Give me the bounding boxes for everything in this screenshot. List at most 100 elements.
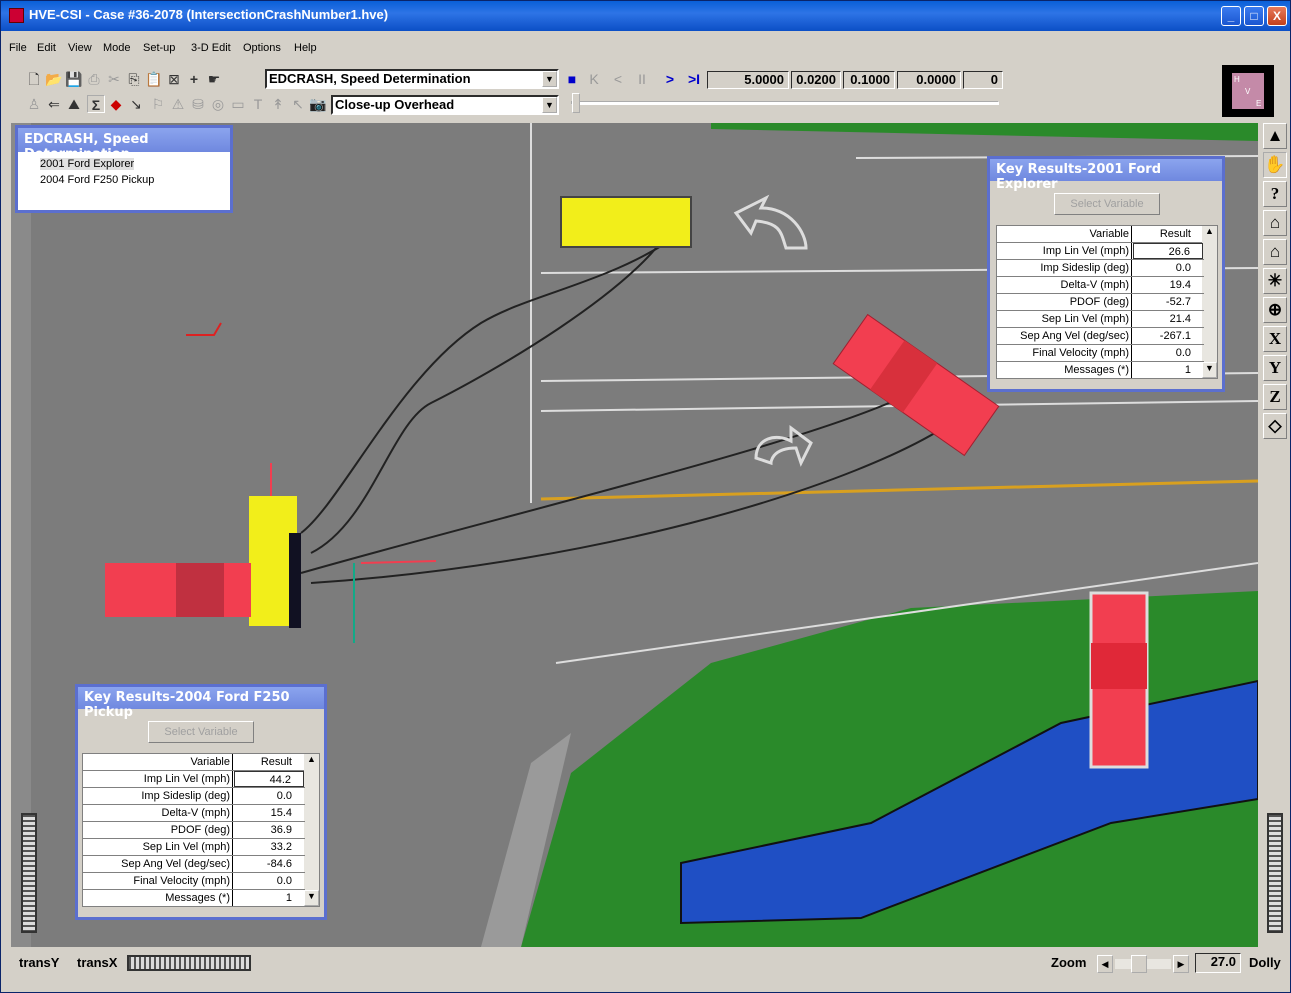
menu-setup[interactable]: Set-up: [143, 42, 175, 54]
zoom-thumb[interactable]: [1131, 955, 1147, 973]
table-row[interactable]: Sep Lin Vel (mph) 33.2: [83, 839, 305, 856]
perspective-icon[interactable]: ◇: [1263, 413, 1287, 439]
person-icon[interactable]: ♙: [25, 95, 43, 113]
table-row[interactable]: PDOF (deg) -52.7: [997, 294, 1204, 311]
select-variable-button[interactable]: Select Variable: [1054, 193, 1160, 215]
z-axis-icon[interactable]: Z: [1263, 384, 1287, 410]
table-row[interactable]: Delta-V (mph) 15.4: [83, 805, 305, 822]
home-icon[interactable]: ⌂: [1263, 210, 1287, 236]
table-row[interactable]: Messages (*) 1: [997, 362, 1204, 379]
x-axis-icon[interactable]: X: [1263, 326, 1287, 352]
timeline-thumb[interactable]: [572, 93, 580, 113]
left-thumbwheel[interactable]: [21, 813, 37, 933]
right-thumbwheel[interactable]: [1267, 813, 1283, 933]
copy-icon[interactable]: ⎘: [125, 70, 143, 88]
pan-hand-icon[interactable]: ✋: [1263, 152, 1287, 178]
select-arrow-icon[interactable]: ▲: [1263, 123, 1287, 149]
camera-icon[interactable]: 📷: [309, 95, 327, 113]
explode-icon[interactable]: ✳: [1263, 268, 1287, 294]
table-row[interactable]: Final Velocity (mph) 0.0: [997, 345, 1204, 362]
menu-help[interactable]: Help: [294, 42, 317, 54]
cursor-icon[interactable]: ↖: [289, 95, 307, 113]
new-file-icon[interactable]: 🗋: [25, 70, 43, 88]
target-icon[interactable]: ◎: [209, 95, 227, 113]
table-row[interactable]: Imp Sideslip (deg) 0.0: [997, 260, 1204, 277]
pointer-hand-icon[interactable]: ☛: [205, 70, 223, 88]
time-end-field[interactable]: 5.0000: [707, 71, 789, 89]
pickup-table-scrollbar[interactable]: ▲ ▼: [304, 754, 319, 906]
result-cell: 0.0: [1175, 347, 1191, 359]
text-icon[interactable]: T: [249, 95, 267, 113]
transX-thumbwheel[interactable]: [127, 955, 251, 971]
vehicle-icon[interactable]: ⇐: [45, 95, 63, 113]
zoom-value-field[interactable]: 27.0: [1195, 953, 1241, 973]
table-row[interactable]: PDOF (deg) 36.9: [83, 822, 305, 839]
event-select[interactable]: EDCRASH, Speed Determination ▼: [265, 69, 559, 89]
zoom-track[interactable]: [1115, 955, 1171, 973]
pin-icon[interactable]: ↟: [269, 95, 287, 113]
menu-mode[interactable]: Mode: [103, 42, 131, 54]
table-row[interactable]: Final Velocity (mph) 0.0: [83, 873, 305, 890]
table-row[interactable]: Messages (*) 1: [83, 890, 305, 907]
scroll-down-icon[interactable]: ▼: [304, 890, 319, 906]
menu-3d-edit[interactable]: 3-D Edit: [191, 42, 231, 54]
print-icon[interactable]: ⎙: [85, 70, 103, 88]
zoom-increase-button[interactable]: ▶: [1173, 955, 1189, 973]
frame-field[interactable]: 0: [963, 71, 1003, 89]
table-row[interactable]: Imp Lin Vel (mph) 44.2: [83, 771, 305, 788]
go-end-button[interactable]: >I: [685, 70, 703, 88]
chevron-down-icon[interactable]: ▼: [542, 97, 557, 113]
tree-item-pickup[interactable]: 2004 Ford F250 Pickup: [40, 174, 154, 186]
zoom-decrease-button[interactable]: ◀: [1097, 955, 1113, 973]
center-icon[interactable]: ⊕: [1263, 297, 1287, 323]
current-time-field[interactable]: 0.0000: [897, 71, 961, 89]
title-bar[interactable]: HVE-CSI - Case #36-2078 (IntersectionCra…: [1, 1, 1290, 31]
rewind-button[interactable]: K: [585, 70, 603, 88]
flag-icon[interactable]: ⚐: [149, 95, 167, 113]
set-home-icon[interactable]: ⌂: [1263, 239, 1287, 265]
table-row[interactable]: Sep Ang Vel (deg/sec) -267.1: [997, 328, 1204, 345]
time-step-field[interactable]: 0.0200: [791, 71, 841, 89]
tree-item-explorer[interactable]: 2001 Ford Explorer: [40, 158, 135, 170]
delete-icon[interactable]: ⊠: [165, 70, 183, 88]
close-button[interactable]: X: [1267, 6, 1287, 26]
timeline-slider[interactable]: [571, 93, 999, 113]
cylinder-icon[interactable]: ⛁: [189, 95, 207, 113]
table-row[interactable]: Delta-V (mph) 19.4: [997, 277, 1204, 294]
environment-icon[interactable]: ⛰: [65, 95, 83, 113]
stop-button[interactable]: ■: [563, 70, 581, 88]
chevron-down-icon[interactable]: ▼: [542, 71, 557, 87]
select-variable-button[interactable]: Select Variable: [148, 721, 254, 743]
sigma-icon[interactable]: Σ: [87, 95, 105, 113]
y-axis-icon[interactable]: Y: [1263, 355, 1287, 381]
pause-button[interactable]: II: [633, 70, 651, 88]
output-interval-field[interactable]: 0.1000: [843, 71, 895, 89]
red-arrows-icon[interactable]: ◆: [107, 95, 125, 113]
save-icon[interactable]: 💾: [65, 70, 83, 88]
table-row[interactable]: Sep Lin Vel (mph) 21.4: [997, 311, 1204, 328]
play-button[interactable]: >: [661, 70, 679, 88]
menu-edit[interactable]: Edit: [37, 42, 56, 54]
path-icon[interactable]: ↘: [127, 95, 145, 113]
table-row[interactable]: Sep Ang Vel (deg/sec) -84.6: [83, 856, 305, 873]
help-icon[interactable]: ?: [1263, 181, 1287, 207]
minimize-button[interactable]: _: [1221, 6, 1241, 26]
cut-icon[interactable]: ✂: [105, 70, 123, 88]
menu-view[interactable]: View: [68, 42, 92, 54]
explorer-table-scrollbar[interactable]: ▲ ▼: [1202, 226, 1217, 378]
scroll-up-icon[interactable]: ▲: [304, 754, 319, 770]
menu-options[interactable]: Options: [243, 42, 281, 54]
add-icon[interactable]: +: [185, 70, 203, 88]
open-folder-icon[interactable]: 📂: [45, 70, 63, 88]
paste-icon[interactable]: 📋: [145, 70, 163, 88]
table-row[interactable]: Imp Sideslip (deg) 0.0: [83, 788, 305, 805]
view-select[interactable]: Close-up Overhead ▼: [331, 95, 559, 115]
warning-icon[interactable]: ⚠: [169, 95, 187, 113]
box-icon[interactable]: ▭: [229, 95, 247, 113]
maximize-button[interactable]: □: [1244, 6, 1264, 26]
scroll-up-icon[interactable]: ▲: [1202, 226, 1217, 242]
step-back-button[interactable]: <: [609, 70, 627, 88]
menu-file[interactable]: File: [9, 42, 27, 54]
scroll-down-icon[interactable]: ▼: [1202, 362, 1217, 378]
table-row[interactable]: Imp Lin Vel (mph) 26.6: [997, 243, 1204, 260]
